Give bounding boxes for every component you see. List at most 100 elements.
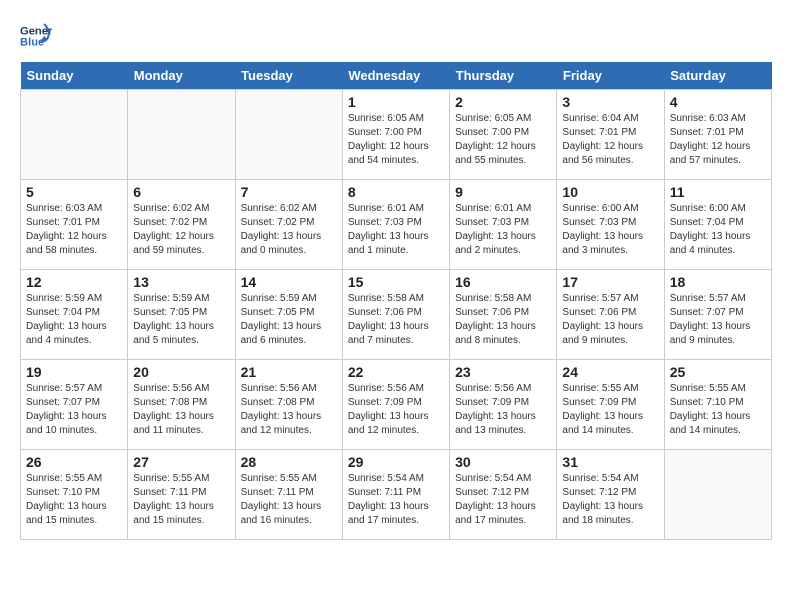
calendar-cell: 18 Sunrise: 5:57 AM Sunset: 7:07 PM Dayli…	[664, 270, 771, 360]
day-number: 13	[133, 274, 229, 290]
day-info: Sunrise: 6:04 AM Sunset: 7:01 PM Dayligh…	[562, 112, 658, 168]
day-info: Sunrise: 5:56 AM Sunset: 7:08 PM Dayligh…	[241, 382, 337, 438]
calendar-cell: 8Sunrise: 6:01 AM Sunset: 7:03 PM Daylig…	[342, 180, 449, 270]
day-info: Sunrise: 6:00 AM Sunset: 7:04 PM Dayligh…	[670, 202, 766, 258]
day-number: 18	[670, 274, 766, 290]
day-number: 16	[455, 274, 551, 290]
calendar-cell: 24 Sunrise: 5:55 AM Sunset: 7:09 PM Dayli…	[557, 360, 664, 450]
week-row-3: 12 Sunrise: 5:59 AM Sunset: 7:04 PM Dayli…	[21, 270, 772, 360]
day-number: 9	[455, 184, 551, 200]
day-info: Sunrise: 5:55 AM Sunset: 7:11 PM Dayligh…	[133, 472, 229, 528]
day-info: Sunrise: 5:59 AM Sunset: 7:05 PM Dayligh…	[241, 292, 337, 348]
day-number: 21	[241, 364, 337, 380]
day-number: 24	[562, 364, 658, 380]
calendar-cell: 10 Sunrise: 6:00 AM Sunset: 7:03 PM Dayli…	[557, 180, 664, 270]
calendar-table: SundayMondayTuesdayWednesdayThursdayFrid…	[20, 62, 772, 540]
day-number: 2	[455, 94, 551, 110]
column-header-thursday: Thursday	[450, 62, 557, 90]
day-number: 10	[562, 184, 658, 200]
day-info: Sunrise: 5:57 AM Sunset: 7:07 PM Dayligh…	[670, 292, 766, 348]
calendar-cell: 9 Sunrise: 6:01 AM Sunset: 7:03 PM Daylig…	[450, 180, 557, 270]
day-number: 31	[562, 454, 658, 470]
day-info: Sunrise: 5:58 AM Sunset: 7:06 PM Dayligh…	[455, 292, 551, 348]
calendar-cell: 23 Sunrise: 5:56 AM Sunset: 7:09 PM Dayli…	[450, 360, 557, 450]
day-info: Sunrise: 6:01 AM Sunset: 7:03 PM Dayligh…	[455, 202, 551, 258]
day-number: 5	[26, 184, 122, 200]
calendar-cell: 11 Sunrise: 6:00 AM Sunset: 7:04 PM Dayli…	[664, 180, 771, 270]
day-info: Sunrise: 6:02 AM Sunset: 7:02 PM Dayligh…	[241, 202, 337, 258]
day-info: Sunrise: 6:03 AM Sunset: 7:01 PM Dayligh…	[26, 202, 122, 258]
day-number: 8	[348, 184, 444, 200]
column-header-friday: Friday	[557, 62, 664, 90]
column-header-monday: Monday	[128, 62, 235, 90]
day-number: 23	[455, 364, 551, 380]
calendar-cell: 12 Sunrise: 5:59 AM Sunset: 7:04 PM Dayli…	[21, 270, 128, 360]
calendar-cell	[664, 450, 771, 540]
day-number: 30	[455, 454, 551, 470]
calendar-cell: 22 Sunrise: 5:56 AM Sunset: 7:09 PM Dayli…	[342, 360, 449, 450]
day-info: Sunrise: 5:58 AM Sunset: 7:06 PM Dayligh…	[348, 292, 444, 348]
day-number: 22	[348, 364, 444, 380]
day-number: 12	[26, 274, 122, 290]
day-info: Sunrise: 5:55 AM Sunset: 7:10 PM Dayligh…	[26, 472, 122, 528]
week-row-5: 26Sunrise: 5:55 AM Sunset: 7:10 PM Dayli…	[21, 450, 772, 540]
day-info: Sunrise: 5:56 AM Sunset: 7:09 PM Dayligh…	[455, 382, 551, 438]
day-number: 3	[562, 94, 658, 110]
calendar-cell: 29Sunrise: 5:54 AM Sunset: 7:11 PM Dayli…	[342, 450, 449, 540]
day-info: Sunrise: 6:00 AM Sunset: 7:03 PM Dayligh…	[562, 202, 658, 258]
header-row: SundayMondayTuesdayWednesdayThursdayFrid…	[21, 62, 772, 90]
day-number: 28	[241, 454, 337, 470]
day-info: Sunrise: 6:03 AM Sunset: 7:01 PM Dayligh…	[670, 112, 766, 168]
day-info: Sunrise: 5:57 AM Sunset: 7:07 PM Dayligh…	[26, 382, 122, 438]
calendar-cell: 7 Sunrise: 6:02 AM Sunset: 7:02 PM Daylig…	[235, 180, 342, 270]
day-number: 6	[133, 184, 229, 200]
calendar-cell: 28Sunrise: 5:55 AM Sunset: 7:11 PM Dayli…	[235, 450, 342, 540]
day-info: Sunrise: 6:02 AM Sunset: 7:02 PM Dayligh…	[133, 202, 229, 258]
calendar-cell: 17 Sunrise: 5:57 AM Sunset: 7:06 PM Dayli…	[557, 270, 664, 360]
day-number: 11	[670, 184, 766, 200]
calendar-cell: 15 Sunrise: 5:58 AM Sunset: 7:06 PM Dayli…	[342, 270, 449, 360]
day-info: Sunrise: 5:55 AM Sunset: 7:09 PM Dayligh…	[562, 382, 658, 438]
calendar-cell: 2 Sunrise: 6:05 AM Sunset: 7:00 PM Daylig…	[450, 90, 557, 180]
day-info: Sunrise: 6:05 AM Sunset: 7:00 PM Dayligh…	[455, 112, 551, 168]
calendar-cell: 13 Sunrise: 5:59 AM Sunset: 7:05 PM Dayli…	[128, 270, 235, 360]
calendar-cell: 19 Sunrise: 5:57 AM Sunset: 7:07 PM Dayli…	[21, 360, 128, 450]
calendar-cell: 5 Sunrise: 6:03 AM Sunset: 7:01 PM Daylig…	[21, 180, 128, 270]
day-info: Sunrise: 5:57 AM Sunset: 7:06 PM Dayligh…	[562, 292, 658, 348]
day-number: 19	[26, 364, 122, 380]
calendar-cell: 31Sunrise: 5:54 AM Sunset: 7:12 PM Dayli…	[557, 450, 664, 540]
day-info: Sunrise: 5:59 AM Sunset: 7:04 PM Dayligh…	[26, 292, 122, 348]
calendar-cell	[235, 90, 342, 180]
day-info: Sunrise: 5:59 AM Sunset: 7:05 PM Dayligh…	[133, 292, 229, 348]
calendar-cell: 4 Sunrise: 6:03 AM Sunset: 7:01 PM Daylig…	[664, 90, 771, 180]
day-number: 25	[670, 364, 766, 380]
column-header-saturday: Saturday	[664, 62, 771, 90]
day-number: 29	[348, 454, 444, 470]
day-number: 4	[670, 94, 766, 110]
day-number: 1	[348, 94, 444, 110]
calendar-cell	[128, 90, 235, 180]
calendar-cell: 20Sunrise: 5:56 AM Sunset: 7:08 PM Dayli…	[128, 360, 235, 450]
day-number: 15	[348, 274, 444, 290]
day-info: Sunrise: 5:55 AM Sunset: 7:10 PM Dayligh…	[670, 382, 766, 438]
logo: General Blue	[20, 20, 56, 52]
calendar-cell: 3 Sunrise: 6:04 AM Sunset: 7:01 PM Daylig…	[557, 90, 664, 180]
logo-icon: General Blue	[20, 20, 52, 52]
day-number: 7	[241, 184, 337, 200]
day-number: 17	[562, 274, 658, 290]
column-header-wednesday: Wednesday	[342, 62, 449, 90]
calendar-cell: 6 Sunrise: 6:02 AM Sunset: 7:02 PM Daylig…	[128, 180, 235, 270]
calendar-cell: 1 Sunrise: 6:05 AM Sunset: 7:00 PM Daylig…	[342, 90, 449, 180]
day-info: Sunrise: 5:56 AM Sunset: 7:09 PM Dayligh…	[348, 382, 444, 438]
week-row-2: 5 Sunrise: 6:03 AM Sunset: 7:01 PM Daylig…	[21, 180, 772, 270]
week-row-1: 1 Sunrise: 6:05 AM Sunset: 7:00 PM Daylig…	[21, 90, 772, 180]
page-header: General Blue	[20, 20, 772, 52]
calendar-cell: 30Sunrise: 5:54 AM Sunset: 7:12 PM Dayli…	[450, 450, 557, 540]
svg-text:Blue: Blue	[20, 37, 44, 49]
column-header-sunday: Sunday	[21, 62, 128, 90]
calendar-cell: 27Sunrise: 5:55 AM Sunset: 7:11 PM Dayli…	[128, 450, 235, 540]
day-info: Sunrise: 5:56 AM Sunset: 7:08 PM Dayligh…	[133, 382, 229, 438]
day-number: 14	[241, 274, 337, 290]
day-info: Sunrise: 6:05 AM Sunset: 7:00 PM Dayligh…	[348, 112, 444, 168]
column-header-tuesday: Tuesday	[235, 62, 342, 90]
